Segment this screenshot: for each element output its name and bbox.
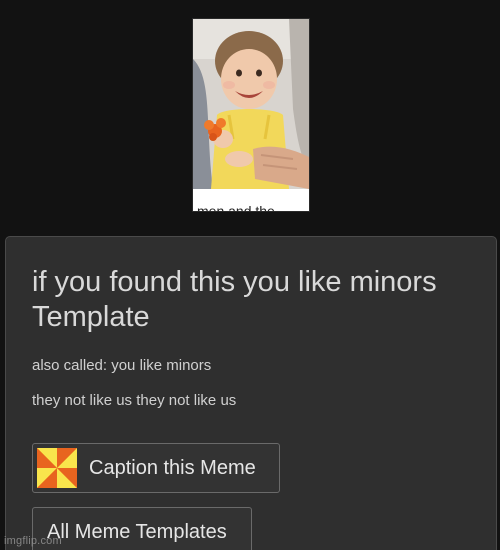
page: men and the if you found this you like m…	[0, 0, 500, 550]
all-meme-templates-label: All Meme Templates	[47, 521, 227, 543]
caption-this-meme-label: Caption this Meme	[89, 457, 256, 479]
thumbnail-caption-strip: men and the	[193, 189, 309, 211]
all-meme-templates-button[interactable]: All Meme Templates	[32, 507, 252, 550]
pinwheel-icon	[37, 448, 77, 488]
imgflip-watermark: imgflip.com	[4, 535, 62, 547]
baby-photo-image	[193, 19, 309, 189]
alternate-name-text: they not like us they not like us	[32, 392, 237, 409]
also-called-text: also called: you like minors	[32, 357, 212, 374]
caption-this-meme-button[interactable]: Caption this Meme	[32, 443, 280, 493]
page-title: if you found this you like minors Templa…	[32, 266, 437, 333]
meme-thumbnail[interactable]: men and the	[192, 18, 310, 212]
template-info-panel: if you found this you like minors Templa…	[5, 236, 497, 550]
thumbnail-caption-text: men and the	[197, 203, 275, 211]
meme-thumbnail-photo	[193, 19, 309, 189]
